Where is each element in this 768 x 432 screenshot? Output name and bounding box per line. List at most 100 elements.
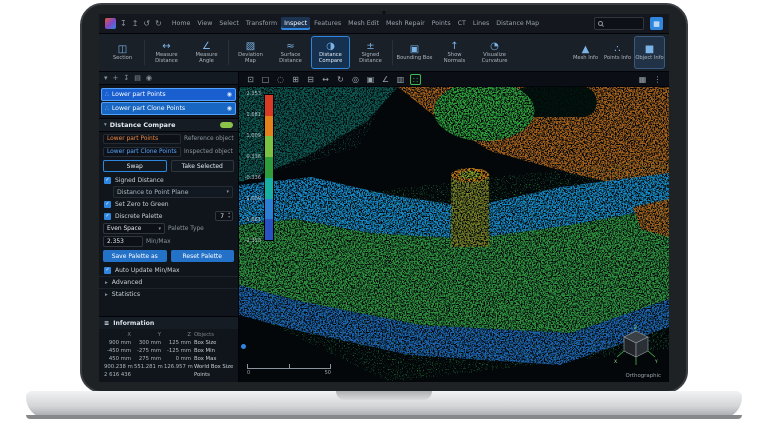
tab-mesh-edit[interactable]: Mesh Edit <box>345 17 382 30</box>
discrete-palette-checkbox[interactable]: ✓ <box>104 213 111 220</box>
tab-select[interactable]: Select <box>216 17 241 30</box>
ribbon-points-info[interactable]: ∴ Points Info <box>602 36 633 69</box>
set-zero-checkbox[interactable]: ✓ <box>104 201 111 208</box>
pan-icon[interactable]: ↔ <box>320 74 331 85</box>
tab-mesh-repair[interactable]: Mesh Repair <box>383 17 428 30</box>
info-cell: 551.281 m <box>134 364 161 370</box>
undo-icon[interactable]: ↺ <box>142 19 151 29</box>
ribbon-object-info[interactable]: ■ Object Info <box>634 36 665 69</box>
information-header[interactable]: ≡ Information <box>99 317 238 329</box>
search-input[interactable] <box>594 17 644 30</box>
tab-distance-map[interactable]: Distance Map <box>493 17 542 30</box>
ribbon-measure-distance[interactable]: ↔ Measure Distance <box>147 36 186 69</box>
point-size-icon[interactable]: ∷ <box>410 74 421 85</box>
select-all-icon[interactable]: ⊞ <box>290 74 301 85</box>
save-palette-button[interactable]: Save Palette as <box>103 250 167 262</box>
origin-marker <box>241 344 246 349</box>
info-cell: 125 mm <box>164 340 191 346</box>
eye-icon[interactable]: ◉ <box>227 105 232 112</box>
ribbon-surface-distance[interactable]: ≈ Surface Distance <box>271 36 310 69</box>
filter-icon[interactable]: ▤ <box>134 74 141 82</box>
add-object-icon[interactable]: + <box>113 74 119 82</box>
app-window: ↧ ↥ ↺ ↻ Home View Select Transform Inspe… <box>99 14 669 382</box>
import-object-icon[interactable]: ↧ <box>123 74 129 82</box>
ribbon-show-normals[interactable]: ↑ Show Normals <box>435 36 474 69</box>
visibility-icon[interactable]: ◉ <box>146 74 152 82</box>
palette-buttons-row: Save Palette as Reset Palette <box>99 248 238 264</box>
distance-mode-select[interactable]: Distance to Point Plane ▾ <box>113 186 233 198</box>
statistics-label: Statistics <box>112 291 140 298</box>
zoom-icon[interactable]: ◎ <box>350 74 361 85</box>
scale-bar: 0 50 <box>247 365 331 376</box>
minmax-input[interactable]: 2.353 <box>103 236 143 247</box>
ribbon-distance-compare[interactable]: ◑ Distance Compare <box>311 36 350 69</box>
points-info-icon: ∴ <box>614 44 620 55</box>
redo-icon[interactable]: ↻ <box>154 19 163 29</box>
signed-distance-checkbox[interactable]: ✓ <box>104 177 111 184</box>
tab-transform[interactable]: Transform <box>243 17 280 30</box>
ribbon-signed-distance[interactable]: ± Signed Distance <box>351 36 390 69</box>
stepper-arrows[interactable]: ▴ ▾ <box>228 212 230 219</box>
deselect-icon[interactable]: ⊟ <box>305 74 316 85</box>
inspected-object-value[interactable]: Lower part Clone Points <box>103 147 181 157</box>
view-mode-icon[interactable]: ⊡ <box>245 74 256 85</box>
advanced-expander[interactable]: ▸ Advanced <box>99 276 238 288</box>
front-view-icon[interactable]: ▣ <box>365 74 376 85</box>
grid-icon[interactable]: ▦ <box>637 74 648 85</box>
search-icon <box>598 21 603 26</box>
rotate-icon[interactable]: ↻ <box>335 74 346 85</box>
left-panel: ▾ + ↧ ▤ ◉ ∴ Lower part Points ◉ ∴ Lower … <box>99 72 239 382</box>
palette-type-label: Palette Type <box>168 226 218 232</box>
tab-inspect[interactable]: Inspect <box>281 17 310 30</box>
tab-lines[interactable]: Lines <box>470 17 492 30</box>
ribbon-bounding-box[interactable]: ▣ Bounding Box <box>395 36 434 69</box>
point-cloud-canvas[interactable] <box>239 87 669 382</box>
ribbon-label: Distance Compare <box>312 53 349 65</box>
distance-compare-header[interactable]: ▾ Distance Compare <box>99 118 238 132</box>
tree-item-lower-part-points[interactable]: ∴ Lower part Points ◉ <box>101 88 236 101</box>
cylinder-top-inner <box>459 171 481 179</box>
statistics-expander[interactable]: ▸ Statistics <box>99 288 238 300</box>
navigation-cube[interactable]: Z X Y <box>613 324 659 368</box>
tab-points[interactable]: Points <box>429 17 454 30</box>
points-icon: ∴ <box>105 105 109 112</box>
measure-icon[interactable]: ∠ <box>380 74 391 85</box>
points-icon: ∴ <box>105 91 109 98</box>
mesh-info-icon: ▲ <box>582 44 590 55</box>
more-icon[interactable]: ⋮ <box>652 74 663 85</box>
auto-update-checkbox[interactable]: ✓ <box>104 267 111 274</box>
ribbon-visualize-curvature[interactable]: ◔ Visualize Curvature <box>475 36 514 69</box>
clipping-icon[interactable]: ▥ <box>395 74 406 85</box>
palette-spacing-select[interactable]: Even Space ▾ <box>103 223 165 234</box>
collapse-all-icon[interactable]: ▾ <box>104 74 108 82</box>
discrete-count-stepper[interactable]: 7 ▴ ▾ <box>215 211 233 221</box>
tab-features[interactable]: Features <box>311 17 344 30</box>
ribbon-deviation-map[interactable]: ▧ Deviation Map <box>231 36 270 69</box>
swap-button[interactable]: Swap <box>103 160 167 172</box>
tab-home[interactable]: Home <box>169 17 194 30</box>
export-icon[interactable]: ↥ <box>131 19 140 29</box>
take-selected-button[interactable]: Take Selected <box>171 160 235 172</box>
apps-button[interactable]: ▦ <box>650 17 663 30</box>
import-icon[interactable]: ↧ <box>119 19 128 29</box>
ribbon-section[interactable]: ◫ Section <box>103 36 142 69</box>
minmax-row: 2.353 Min/Max <box>99 235 238 248</box>
reset-palette-button[interactable]: Reset Palette <box>171 250 235 262</box>
tree-item-lower-part-clone-points[interactable]: ∴ Lower part Clone Points ◉ <box>101 102 236 115</box>
set-zero-row: ✓ Set Zero to Green <box>99 198 238 210</box>
info-cell: -275 mm <box>134 348 161 354</box>
select-lasso-icon[interactable]: ◌ <box>275 74 286 85</box>
stepper-down-icon[interactable]: ▾ <box>228 216 230 220</box>
reference-object-value[interactable]: Lower part Points <box>103 134 181 144</box>
ribbon-label: Signed Distance <box>352 53 389 65</box>
info-cell: 275 mm <box>134 356 161 362</box>
tab-ct[interactable]: CT <box>455 17 469 30</box>
eye-icon[interactable]: ◉ <box>227 91 232 98</box>
ribbon-mesh-info[interactable]: ▲ Mesh Info <box>570 36 601 69</box>
select-rectangle-icon[interactable]: □ <box>260 74 271 85</box>
viewport-3d[interactable]: ⊡ □ ◌ ⊞ ⊟ ↔ ↻ ◎ ▣ ∠ ▥ ∷ ▦ ⋮ <box>239 72 669 382</box>
scale-tick <box>289 364 290 368</box>
ribbon-measure-angle[interactable]: ∠ Measure Angle <box>187 36 226 69</box>
tab-view[interactable]: View <box>194 17 215 30</box>
color-scale-labels: 2.353 1.681 1.009 0.336 -0.336 -1.009 -1… <box>241 94 264 241</box>
